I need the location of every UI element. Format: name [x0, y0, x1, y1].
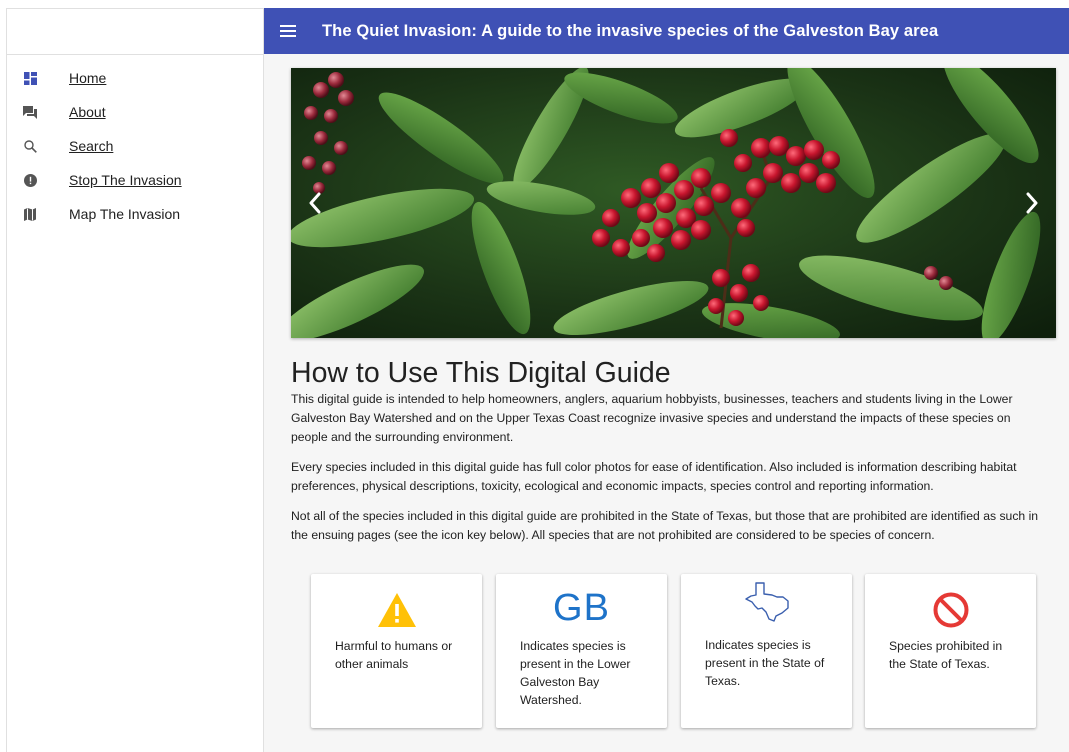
search-icon [23, 139, 37, 153]
sidebar-item-about[interactable]: About [7, 95, 263, 129]
card-text: Harmful to humans or other animals [335, 639, 453, 671]
map-icon [23, 207, 37, 221]
photos-paragraph: Every species included in this digital g… [291, 460, 1017, 493]
sidebar-item-home[interactable]: Home [7, 61, 263, 95]
prohibited-paragraph: Not all of the species included in this … [291, 509, 1039, 542]
main-content: How to Use This Digital Guide This digit… [264, 54, 1069, 752]
dashboard-icon [23, 71, 37, 85]
icon-key-card-prohibited: Species prohibited in the State of Texas… [865, 574, 1036, 728]
sidebar-item-label: Home [69, 70, 107, 86]
carousel-image [291, 68, 1056, 338]
gb-icon-label: GB [553, 586, 610, 629]
sidebar-item-stop-the-invasion[interactable]: Stop The Invasion [7, 163, 263, 197]
window-top-edge [6, 8, 264, 9]
icon-key-card-texas: Indicates species is present in the Stat… [681, 574, 852, 728]
carousel-next-button[interactable] [1022, 190, 1042, 216]
icon-key: Harmful to humans or other animals GB In… [311, 574, 1046, 730]
forum-icon [23, 105, 37, 119]
page-title: How to Use This Digital Guide [291, 357, 671, 389]
carousel-prev-button[interactable] [305, 190, 325, 216]
image-carousel[interactable] [291, 68, 1056, 338]
chevron-left-icon [309, 192, 321, 214]
prohibited-icon [865, 588, 1036, 632]
icon-key-card-gb: GB Indicates species is present in the L… [496, 574, 667, 728]
app-bar: The Quiet Invasion: A guide to the invas… [264, 8, 1069, 54]
guide-section: How to Use This Digital Guide This digit… [291, 356, 1046, 545]
nav-list: Home About Search Stop The Invasion Map … [7, 55, 263, 231]
intro-paragraph: This digital guide is intended to help h… [291, 392, 1013, 444]
sidebar-item-label: Map The Invasion [69, 206, 181, 222]
sidebar-item-label: Stop The Invasion [69, 172, 182, 188]
warning-icon [311, 588, 482, 632]
app-title: The Quiet Invasion: A guide to the invas… [322, 21, 939, 40]
sidebar-item-search[interactable]: Search [7, 129, 263, 163]
sidebar-item-map-the-invasion[interactable]: Map The Invasion [7, 197, 263, 231]
texas-outline-icon [681, 580, 852, 624]
card-text: Indicates species is present in the Stat… [705, 638, 825, 688]
sidebar-item-label: Search [69, 138, 114, 154]
menu-icon[interactable] [280, 25, 296, 37]
chevron-right-icon [1026, 192, 1038, 214]
sidebar: Home About Search Stop The Invasion Map … [7, 9, 264, 752]
alert-circle-icon [23, 173, 37, 187]
icon-key-card-harmful: Harmful to humans or other animals [311, 574, 482, 728]
card-text: Species prohibited in the State of Texas… [889, 639, 1003, 671]
gb-icon: GB [496, 586, 667, 630]
sidebar-header [7, 9, 263, 55]
card-text: Indicates species is present in the Lowe… [520, 639, 631, 707]
sidebar-item-label: About [69, 104, 106, 120]
